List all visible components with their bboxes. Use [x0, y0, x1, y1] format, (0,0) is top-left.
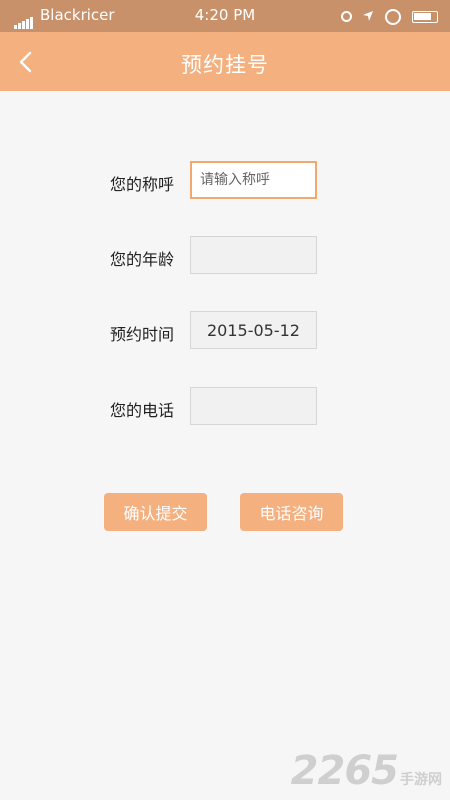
name-label: 您的称呼 [110, 175, 175, 194]
phone-consult-button[interactable]: 电话咨询 [240, 493, 343, 531]
watermark-logo: 2265 手游网 [291, 748, 442, 794]
age-input[interactable] [190, 236, 317, 274]
watermark-number: 2265 [290, 748, 399, 794]
status-icons [335, 7, 438, 25]
page-title: 预约挂号 [181, 53, 269, 77]
alarm-icon [340, 11, 352, 22]
date-label: 预约时间 [110, 325, 175, 344]
watermark-text: 手游网 [400, 772, 442, 788]
date-input[interactable] [190, 311, 317, 349]
phone-row: 您的电话 [0, 387, 450, 425]
name-row: 您的称呼 [0, 161, 450, 199]
age-label: 您的年龄 [110, 250, 175, 269]
battery-icon [412, 10, 438, 23]
nav-bar: 预约挂号 [0, 32, 450, 91]
age-row: 您的年龄 [0, 236, 450, 274]
phone-input[interactable] [190, 387, 317, 425]
name-input[interactable] [190, 161, 317, 199]
submit-button[interactable]: 确认提交 [104, 493, 207, 531]
phone-label: 您的电话 [110, 401, 175, 420]
date-row: 预约时间 [0, 311, 450, 349]
status-bar: Blackricer 4:20 PM [0, 0, 450, 32]
location-arrow-icon [362, 8, 374, 26]
rotation-lock-icon [385, 8, 402, 25]
